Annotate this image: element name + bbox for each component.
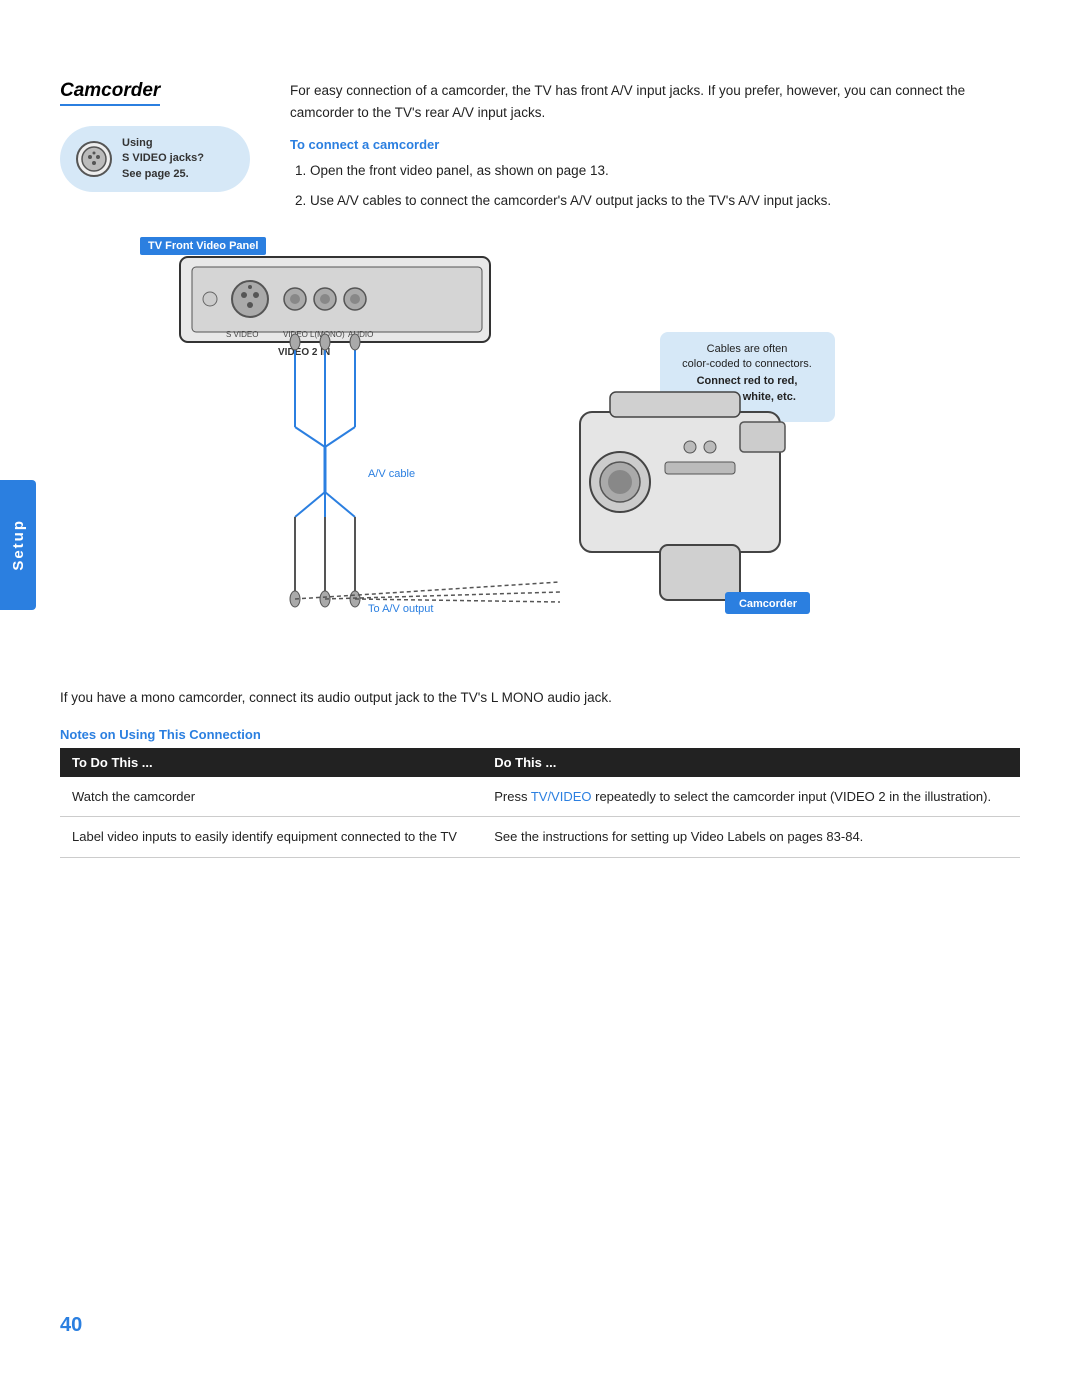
table-cell-2-1: Label video inputs to easily identify eq…	[60, 817, 482, 858]
main-content: Camcorder UsingS VIDEO jacks?See page 25…	[60, 80, 1020, 858]
svg-text:A/V cable: A/V cable	[368, 468, 415, 480]
table-row: Watch the camcorder Press TV/VIDEO repea…	[60, 777, 1020, 817]
table-header-row: To Do This ... Do This ...	[60, 748, 1020, 777]
top-section: Camcorder UsingS VIDEO jacks?See page 25…	[60, 80, 1020, 219]
notes-table: To Do This ... Do This ... Watch the cam…	[60, 748, 1020, 858]
tv-video-link: TV/VIDEO	[531, 789, 592, 804]
side-tab: Setup	[0, 480, 36, 610]
row1-prefix: Press	[494, 789, 531, 804]
diagram-area: TV Front Video Panel S VIDEO VIDEO L(MO	[60, 237, 1020, 667]
row1-suffix: repeatedly to select the camcorder input…	[592, 789, 992, 804]
step-2: Use A/V cables to connect the camcorder'…	[310, 190, 1020, 212]
notes-heading: Notes on Using This Connection	[60, 727, 1020, 742]
tip-box-text: UsingS VIDEO jacks?See page 25.	[122, 136, 204, 182]
svg-text:Connect red to red,: Connect red to red,	[697, 375, 798, 387]
table-header-col1: To Do This ...	[60, 748, 482, 777]
section-title: Camcorder	[60, 80, 160, 106]
steps: Open the front video panel, as shown on …	[290, 160, 1020, 211]
s-video-icon	[76, 141, 112, 177]
svg-text:S VIDEO: S VIDEO	[226, 330, 258, 339]
table-header-col2: Do This ...	[482, 748, 1020, 777]
connect-heading: To connect a camcorder	[290, 137, 1020, 152]
diagram-svg: S VIDEO VIDEO L(MONO) AUDIO VIDEO 2 IN	[120, 237, 860, 667]
below-diagram-text: If you have a mono camcorder, connect it…	[60, 687, 1020, 709]
tip-box: UsingS VIDEO jacks?See page 25.	[60, 126, 250, 192]
left-column: Camcorder UsingS VIDEO jacks?See page 25…	[60, 80, 260, 192]
table-row: Label video inputs to easily identify eq…	[60, 817, 1020, 858]
table-cell-2-2: See the instructions for setting up Vide…	[482, 817, 1020, 858]
intro-text: For easy connection of a camcorder, the …	[290, 80, 1020, 123]
side-tab-label: Setup	[10, 519, 27, 571]
svg-text:Camcorder: Camcorder	[739, 598, 798, 610]
svg-text:color-coded to connectors.: color-coded to connectors.	[682, 358, 812, 370]
table-cell-1-1: Watch the camcorder	[60, 777, 482, 817]
right-column: For easy connection of a camcorder, the …	[290, 80, 1020, 219]
tip-using-label: UsingS VIDEO jacks?See page 25.	[122, 137, 204, 180]
svg-text:Cables are often: Cables are often	[707, 343, 788, 355]
svg-text:To A/V output: To A/V output	[368, 603, 433, 615]
step-1: Open the front video panel, as shown on …	[310, 160, 1020, 182]
page-number: 40	[60, 1314, 82, 1337]
table-cell-1-2: Press TV/VIDEO repeatedly to select the …	[482, 777, 1020, 817]
